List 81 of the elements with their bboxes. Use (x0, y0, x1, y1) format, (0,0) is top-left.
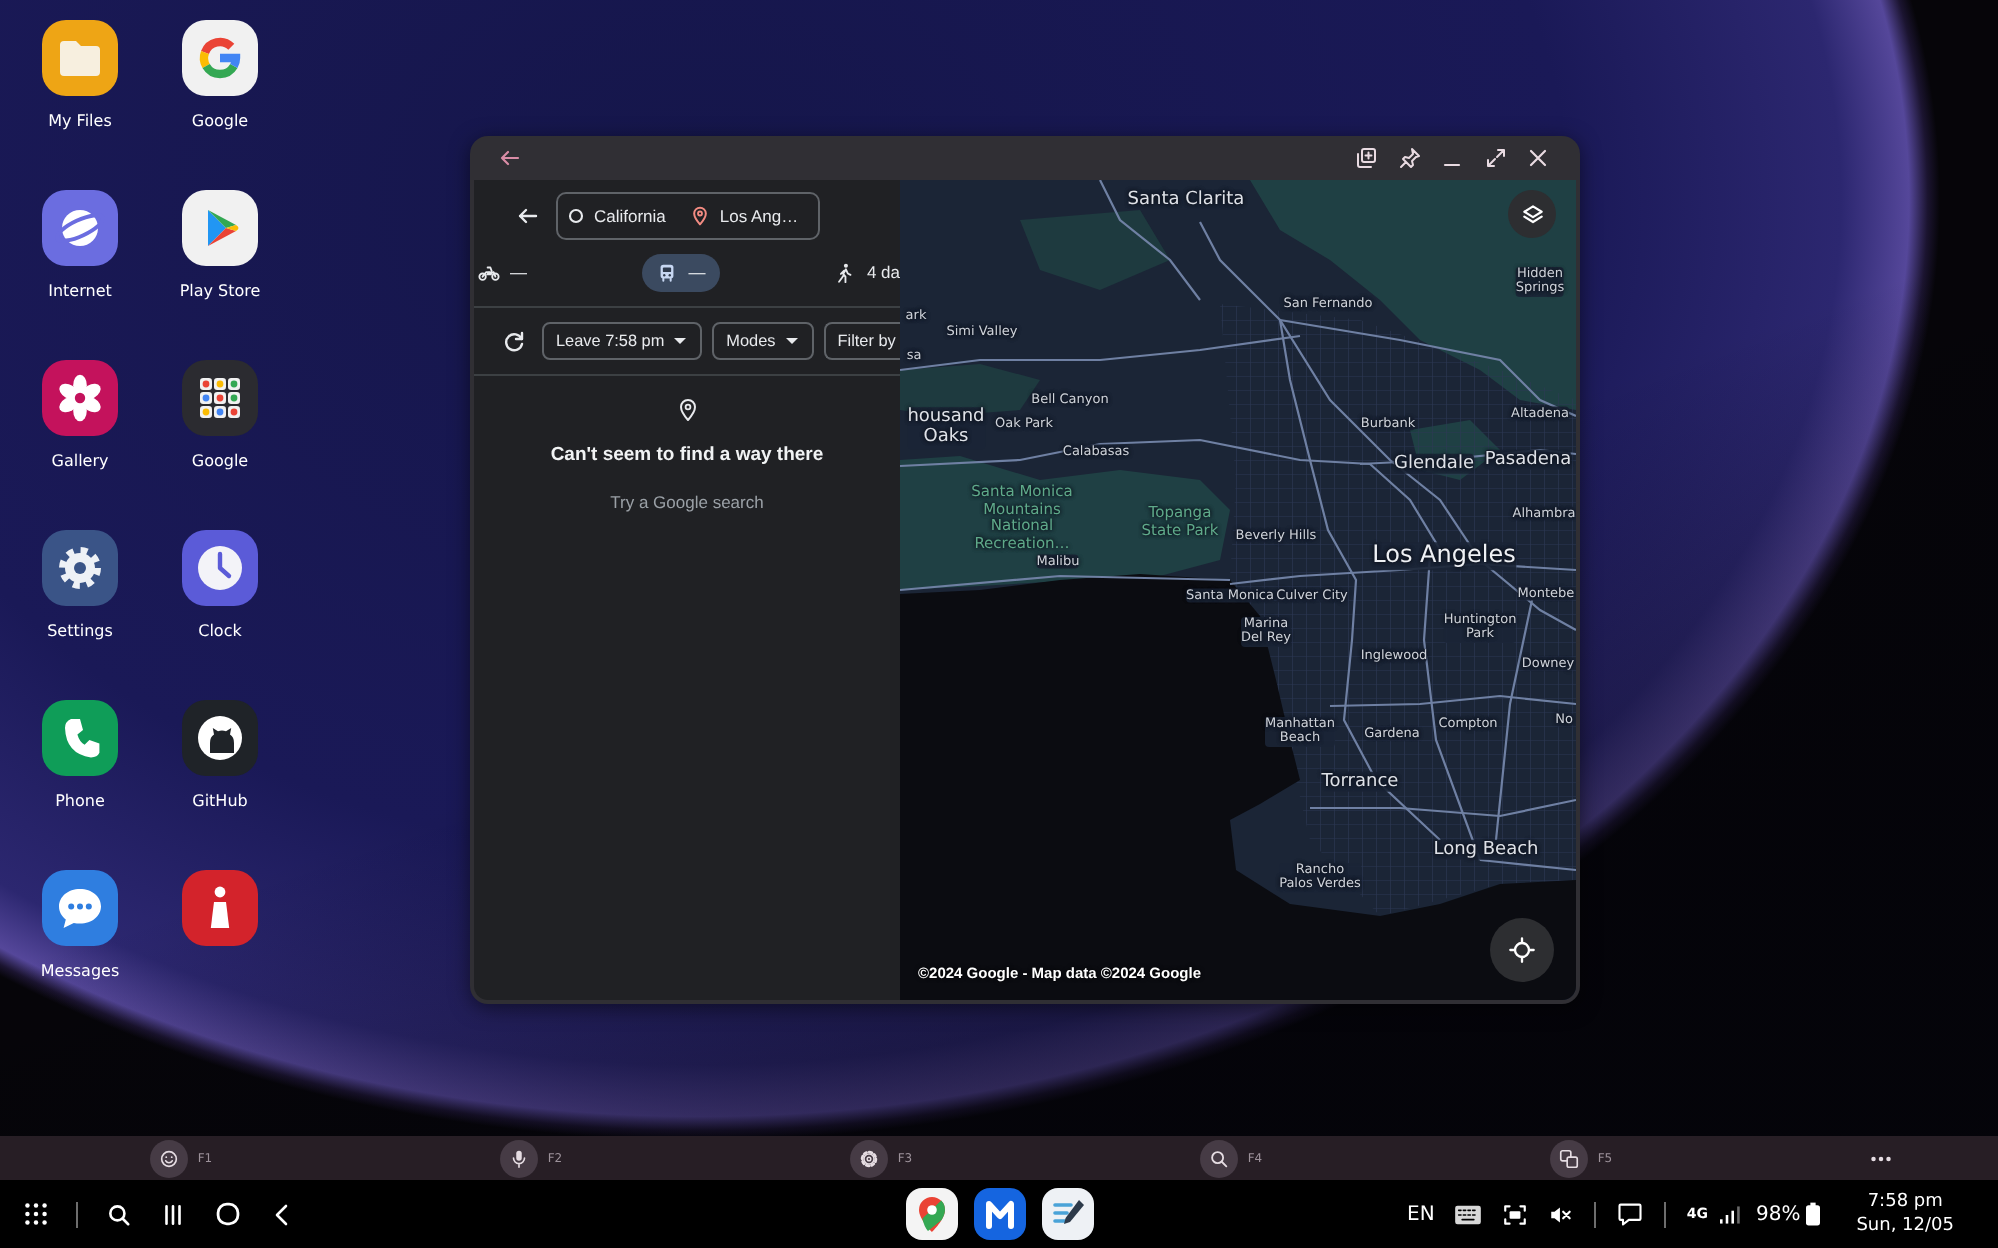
multi-window-icon[interactable] (1354, 146, 1378, 170)
motorcycle-icon (478, 261, 500, 283)
flower-icon[interactable] (42, 360, 118, 436)
app-folder-icon[interactable] (182, 360, 258, 436)
layers-icon (1519, 201, 1545, 227)
bus-icon (656, 261, 679, 283)
app-logo-icon[interactable] (973, 1188, 1025, 1240)
filter-chip[interactable]: Leave 7:58 pm (542, 322, 703, 360)
battery-percent: 98% (1755, 1203, 1801, 1225)
search-icon (1207, 1147, 1230, 1169)
keyboard-icon[interactable] (1454, 1203, 1483, 1225)
search-icon[interactable] (106, 1201, 132, 1227)
travel-mode-tab[interactable]: — (474, 253, 541, 291)
chat-icon[interactable] (1616, 1200, 1645, 1228)
app-label: Play Store (179, 282, 261, 300)
overlapping-squares-icon (1557, 1147, 1580, 1169)
battery-icon (1806, 1202, 1821, 1226)
map-drawing[interactable] (900, 180, 1576, 1000)
gear-icon[interactable] (42, 530, 118, 606)
cat-logo-icon[interactable] (182, 700, 258, 776)
notes-icon[interactable] (1041, 1188, 1093, 1240)
map-place-label: Torrance (1321, 771, 1399, 793)
language-indicator[interactable]: EN (1407, 1203, 1435, 1225)
close-icon[interactable] (1526, 146, 1550, 170)
map-place-label: Glendale (1394, 453, 1474, 475)
travel-mode-tab[interactable]: 4 da (820, 253, 900, 291)
travel-mode-tab[interactable]: — (642, 253, 720, 291)
app-label: Messages (40, 962, 120, 980)
caret-icon (785, 338, 798, 344)
caret-icon (674, 338, 687, 344)
status-time: 7:58 pm (1867, 1189, 1943, 1214)
filter-chip[interactable]: Modes (712, 322, 814, 360)
apps-grid-icon[interactable] (24, 1202, 48, 1226)
microphone-icon (507, 1147, 530, 1169)
app-label: Google (191, 112, 249, 130)
map-place-label: Pasadena (1484, 449, 1572, 471)
phone-icon[interactable] (42, 700, 118, 776)
folder-icon[interactable] (42, 20, 118, 96)
function-key-button[interactable] (149, 1139, 188, 1177)
walking-person-icon (834, 261, 857, 283)
chat-bubble-icon[interactable] (42, 870, 118, 946)
origin-dot-icon (568, 208, 584, 224)
home-icon[interactable] (214, 1200, 242, 1228)
location-pin-icon (689, 206, 710, 226)
signal-icon (1719, 1205, 1740, 1223)
maximize-icon[interactable] (1483, 146, 1507, 170)
more-icon[interactable] (1870, 1155, 1892, 1161)
map-place-label: Long Beach (1433, 839, 1539, 861)
app-label: Gallery (51, 452, 109, 470)
search-hint: Try a Google search (610, 492, 764, 512)
screen-capture-icon[interactable] (1502, 1201, 1529, 1227)
function-key-button[interactable] (849, 1139, 888, 1177)
app-label: Internet (48, 282, 112, 300)
function-key-button[interactable] (1549, 1139, 1588, 1177)
g-logo-icon[interactable] (182, 20, 258, 96)
refresh-icon[interactable] (502, 329, 526, 353)
pin-icon[interactable] (1397, 146, 1421, 170)
destination-field[interactable]: Los Ang… (689, 206, 799, 226)
location-pin-icon (675, 396, 699, 424)
message-title: Can't seem to find a way there (550, 444, 824, 466)
recents-icon[interactable] (160, 1201, 186, 1227)
info-icon[interactable] (182, 870, 258, 946)
map-place-label: Santa Clarita (1127, 189, 1245, 211)
app-label: Phone (55, 792, 105, 810)
app-label: GitHub (192, 792, 248, 810)
clock-icon[interactable] (182, 530, 258, 606)
function-key-button[interactable] (499, 1139, 538, 1177)
smiley-icon (157, 1147, 180, 1169)
app-label: Settings (47, 622, 113, 640)
status-date: Sun, 12/05 (1856, 1214, 1954, 1239)
map-place-label: Los Angeles (1372, 542, 1516, 570)
function-key-button[interactable] (1199, 1139, 1238, 1177)
origin-field[interactable]: California (568, 206, 666, 226)
settings-icon (857, 1147, 880, 1169)
app-label: My Files (48, 112, 112, 130)
planet-icon[interactable] (42, 190, 118, 266)
map-pin-icon[interactable] (905, 1188, 957, 1240)
back-icon[interactable] (516, 204, 540, 228)
crosshair-icon (1508, 936, 1536, 964)
app-label: Google (191, 452, 249, 470)
app-label: Clock (198, 622, 242, 640)
